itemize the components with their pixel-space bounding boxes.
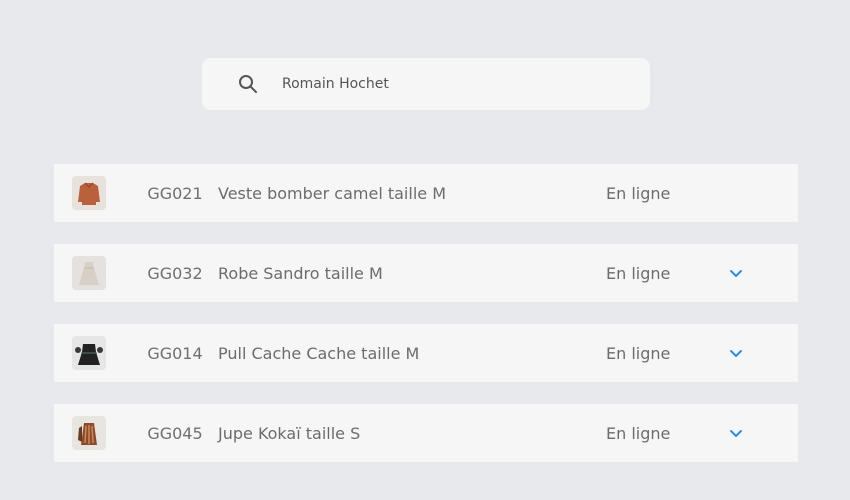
dress-thumbnail xyxy=(72,256,106,290)
item-status: En ligne xyxy=(606,263,671,283)
search-input[interactable]: Romain Hochet xyxy=(282,76,389,92)
item-code: GG032 xyxy=(147,263,203,283)
item-name: Jupe Kokaï taille S xyxy=(218,423,361,443)
chevron-down-icon[interactable] xyxy=(728,266,744,280)
chevron-down-icon[interactable] xyxy=(728,426,744,440)
skirt-thumbnail xyxy=(72,416,106,450)
list-item[interactable]: GG021 Veste bomber camel taille M En lig… xyxy=(54,164,798,222)
item-status: En ligne xyxy=(606,183,671,203)
list-item[interactable]: GG014 Pull Cache Cache taille M En ligne xyxy=(54,324,798,382)
search-bar[interactable]: Romain Hochet xyxy=(202,58,650,110)
jacket-thumbnail xyxy=(72,176,106,210)
item-code: GG014 xyxy=(147,343,203,363)
item-name: Veste bomber camel taille M xyxy=(218,183,446,203)
search-icon[interactable] xyxy=(236,72,260,96)
item-status: En ligne xyxy=(606,343,671,363)
list-item[interactable]: GG045 Jupe Kokaï taille S En ligne xyxy=(54,404,798,462)
item-name: Pull Cache Cache taille M xyxy=(218,343,420,363)
sweater-thumbnail xyxy=(72,336,106,370)
list-item[interactable]: GG032 Robe Sandro taille M En ligne xyxy=(54,244,798,302)
item-status: En ligne xyxy=(606,423,671,443)
item-name: Robe Sandro taille M xyxy=(218,263,383,283)
chevron-down-icon[interactable] xyxy=(728,346,744,360)
item-code: GG045 xyxy=(147,423,203,443)
item-code: GG021 xyxy=(147,183,203,203)
